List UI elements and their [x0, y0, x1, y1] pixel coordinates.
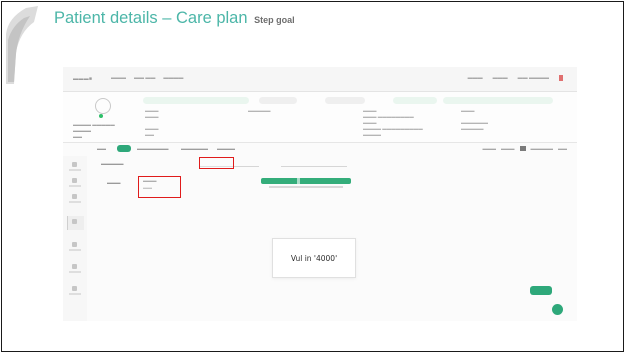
header-pill[interactable]: [443, 97, 553, 104]
slider-caption: [269, 186, 343, 188]
highlight-step-value-field: [138, 176, 181, 198]
tab[interactable]: ▬▬▬▬▬▬: [181, 146, 208, 151]
instruction-callout: Vul in '4000': [272, 238, 356, 278]
nav-item[interactable]: ▬▬ ▬▬: [134, 75, 155, 81]
avatar: [95, 98, 111, 114]
tab[interactable]: ▬▬▬▬▬▬▬: [137, 146, 169, 151]
info-block: ▬▬▬ ▬▬▬ ▬▬▬ ▬▬: [145, 108, 159, 137]
goal-slider[interactable]: [261, 178, 351, 184]
form-heading: ▬▬▬▬▬: [101, 161, 124, 166]
instruction-text: Vul in '4000': [290, 253, 338, 263]
app-logo: ▬▬▬■: [73, 76, 93, 82]
tab[interactable]: ▬▬▬▬: [217, 146, 235, 151]
status-dot: [99, 114, 103, 118]
sidebar-icon[interactable]: [72, 219, 77, 224]
info-block: ▬▬▬ ▬▬▬▬▬▬ ▬▬▬▬▬: [461, 108, 488, 131]
toolbar-item[interactable]: ▬▬▬: [483, 146, 497, 151]
nav-item[interactable]: ▬▬▬▬: [163, 75, 183, 81]
sidebar-label: [69, 271, 81, 273]
slider-handle[interactable]: [297, 178, 300, 184]
sidebar-icon[interactable]: [72, 242, 77, 247]
sidebar-label: [69, 293, 81, 295]
tab[interactable]: ▬▬: [97, 146, 106, 151]
header-pill[interactable]: [325, 97, 365, 104]
sidebar-icon[interactable]: [72, 194, 77, 199]
nav-item[interactable]: ▬▬▬: [111, 75, 126, 81]
sidebar-label: [69, 249, 81, 251]
left-sidebar: [63, 156, 87, 321]
sidebar-label: [69, 201, 81, 203]
info-block: ▬▬▬▬▬: [248, 108, 271, 113]
sidebar-icon[interactable]: [72, 264, 77, 269]
top-navigation: ▬▬▬ ▬▬ ▬▬ ▬▬▬▬: [111, 75, 183, 81]
top-link[interactable]: ▬▬▬: [468, 75, 483, 81]
toolbar-item[interactable]: ▬▬▬▬▬: [531, 146, 554, 151]
corner-decoration-icon: [6, 6, 38, 84]
tab-active[interactable]: [117, 145, 131, 152]
top-link[interactable]: ▬▬▬: [493, 75, 508, 81]
toolbar-item[interactable]: ▬▬: [558, 146, 567, 151]
sidebar-icon[interactable]: [72, 162, 77, 167]
sidebar-icon[interactable]: [72, 286, 77, 291]
sidebar-label: [69, 169, 81, 171]
patient-name-block: ▬▬▬▬ ▬▬▬▬▬ ▬▬▬▬ ▬▬: [73, 122, 115, 139]
info-block: ▬▬▬ ▬▬▬ ▬▬▬▬▬▬▬▬ ▬▬▬ ▬▬▬▬ ▬▬▬▬▬▬▬▬▬ ▬▬▬▬: [363, 108, 423, 137]
slide-subtitle: Step goal: [254, 15, 295, 25]
slide-title: Patient details – Care plan Step goal: [54, 9, 295, 28]
patient-search-input[interactable]: [143, 97, 249, 104]
toolbar-item[interactable]: ▬▬▬: [501, 146, 515, 151]
patient-header: ▬▬▬▬ ▬▬▬▬▬ ▬▬▬▬ ▬▬ ▬▬▬ ▬▬▬ ▬▬▬ ▬▬ ▬▬▬▬▬ ▬▬▬ ▬▬…: [63, 92, 577, 143]
toolbar-icon[interactable]: [519, 146, 526, 151]
highlight-goal-field: [199, 157, 234, 169]
period-select[interactable]: [281, 160, 347, 167]
sidebar-label: [69, 185, 81, 187]
app-top-bar: ▬▬▬■ ▬▬▬ ▬▬ ▬▬ ▬▬▬▬ ▬▬▬ ▬▬▬ ▬▬ ▬▬▬▬: [63, 67, 577, 92]
field-label: ▬▬▬: [107, 180, 121, 185]
notification-icon[interactable]: [559, 75, 563, 81]
right-toolbar: ▬▬▬ ▬▬▬ ▬▬▬▬▬ ▬▬: [483, 146, 567, 151]
save-pill-button[interactable]: [530, 286, 552, 295]
sidebar-icon[interactable]: [72, 178, 77, 183]
slide-title-text: Patient details – Care plan: [54, 9, 248, 27]
user-menu[interactable]: ▬▬ ▬▬▬▬: [518, 75, 549, 81]
floating-action-button[interactable]: [552, 304, 563, 315]
header-pill[interactable]: [259, 97, 297, 104]
top-right-controls: ▬▬▬ ▬▬▬ ▬▬ ▬▬▬▬: [468, 75, 563, 81]
header-pill[interactable]: [393, 97, 437, 104]
